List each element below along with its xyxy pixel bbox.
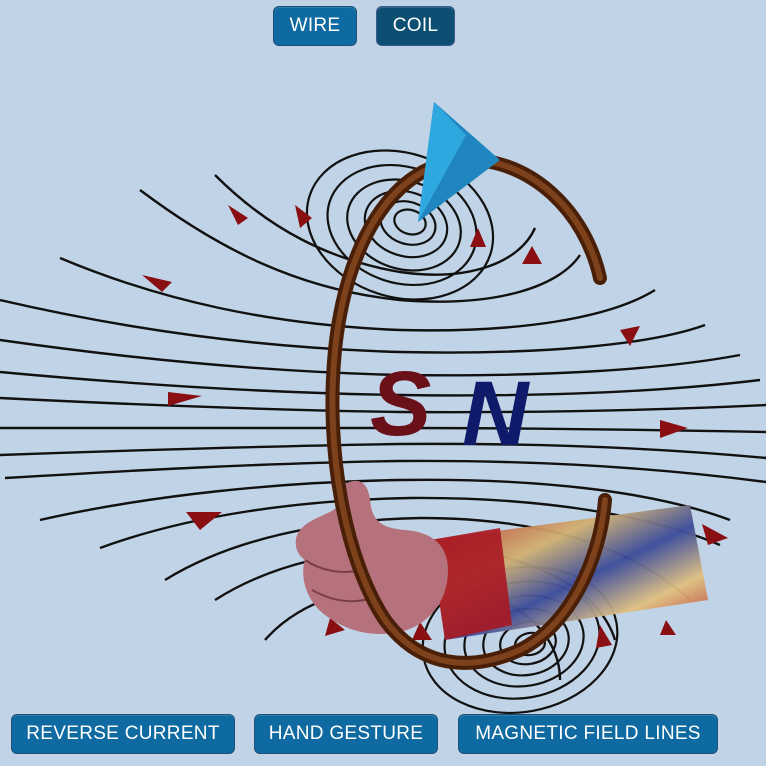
south-pole-label: S	[370, 353, 431, 455]
current-direction-arrow	[418, 102, 500, 222]
magnetic-field-lines-button[interactable]: MAGNETIC FIELD LINES	[458, 714, 718, 754]
coil-button[interactable]: COIL	[376, 6, 455, 46]
coil-scene: S N	[0, 102, 766, 715]
north-pole-label: N	[462, 363, 531, 465]
wire-button[interactable]: WIRE	[273, 6, 357, 46]
hand-gesture-button[interactable]: HAND GESTURE	[254, 714, 438, 754]
reverse-current-button[interactable]: REVERSE CURRENT	[11, 714, 235, 754]
